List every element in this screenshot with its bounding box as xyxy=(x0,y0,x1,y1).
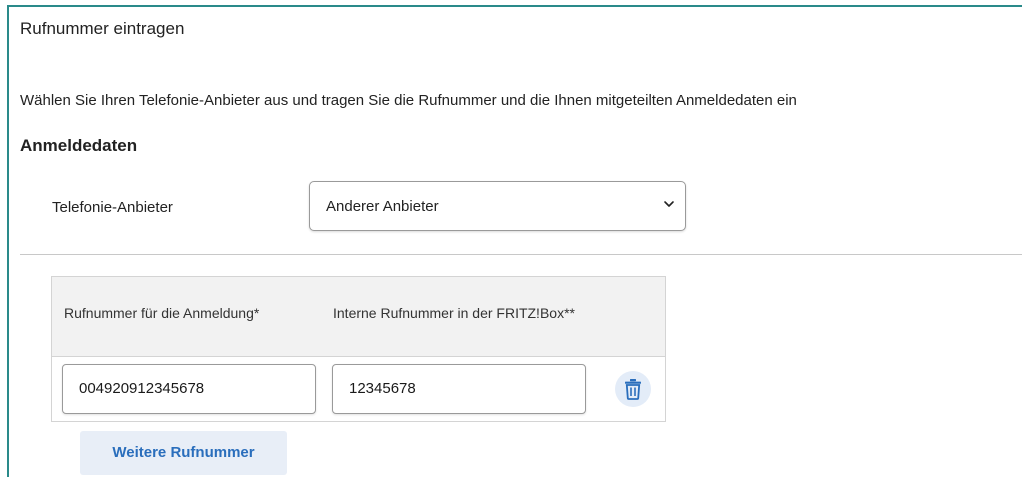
delete-row-button[interactable] xyxy=(615,371,651,407)
chevron-down-icon xyxy=(664,201,674,207)
provider-label: Telefonie-Anbieter xyxy=(52,199,173,216)
page-title: Rufnummer eintragen xyxy=(20,19,185,38)
provider-select[interactable]: Anderer Anbieter xyxy=(309,181,686,231)
divider xyxy=(20,254,1022,255)
add-number-label: Weitere Rufnummer xyxy=(112,444,255,461)
add-number-button[interactable]: Weitere Rufnummer xyxy=(80,431,287,475)
table-header: Rufnummer für die Anmeldung* Interne Ruf… xyxy=(52,277,665,357)
login-number-input[interactable]: 004920912345678 xyxy=(62,364,316,414)
internal-number-value: 12345678 xyxy=(349,380,416,397)
provider-selected-value: Anderer Anbieter xyxy=(326,198,439,215)
internal-number-input[interactable]: 12345678 xyxy=(332,364,586,414)
intro-text: Wählen Sie Ihren Telefonie-Anbieter aus … xyxy=(20,92,797,109)
column-header-internal-number: Interne Rufnummer in der FRITZ!Box** xyxy=(333,305,575,321)
login-number-value: 004920912345678 xyxy=(79,380,205,397)
numbers-table: Rufnummer für die Anmeldung* Interne Ruf… xyxy=(51,276,666,422)
trash-icon xyxy=(625,379,641,400)
column-header-login-number: Rufnummer für die Anmeldung* xyxy=(64,305,260,321)
section-heading-credentials: Anmeldedaten xyxy=(20,136,138,155)
